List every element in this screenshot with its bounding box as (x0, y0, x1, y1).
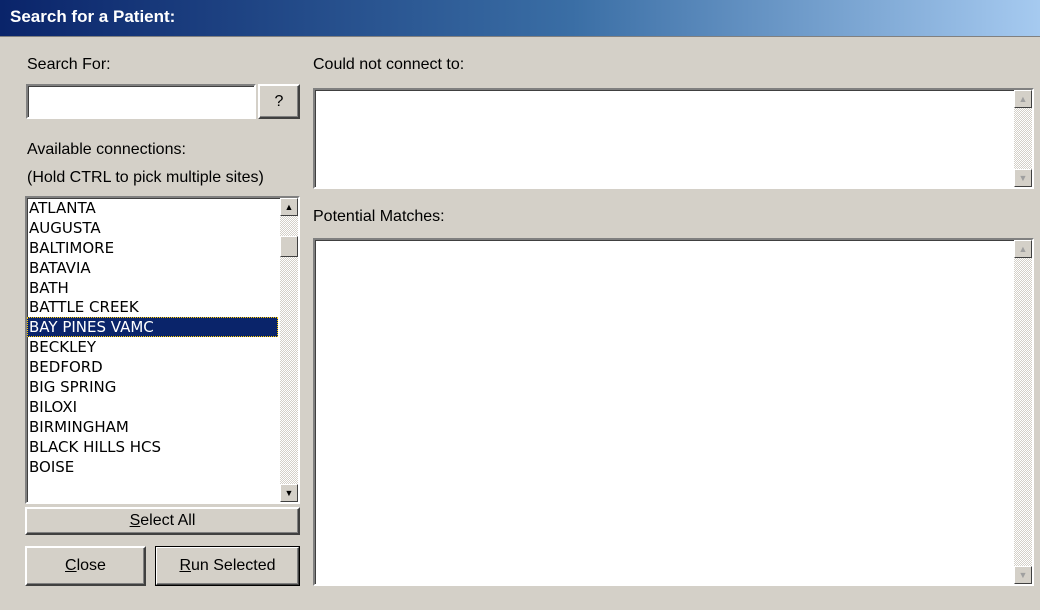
potential-matches-label: Potential Matches: (313, 208, 445, 225)
connections-list: ATLANTA AUGUSTA BALTIMORE BATAVIA BATH BATTLE… (27, 198, 278, 502)
potential-matches-scrollbar[interactable]: ▲ ▼ (1014, 240, 1032, 584)
could-not-connect-scrollbar[interactable]: ▲ ▼ (1014, 90, 1032, 187)
search-for-label: Search For: (27, 56, 111, 73)
list-item[interactable]: BATTLE CREEK (27, 297, 278, 317)
connections-scrollbar[interactable]: ▲ ▼ (280, 198, 298, 502)
run-selected-button[interactable]: Run Selected (155, 546, 300, 586)
list-item[interactable]: ATLANTA (27, 198, 278, 218)
close-mnemonic: C (65, 557, 77, 574)
list-item[interactable]: BLACK HILLS HCS (27, 437, 278, 457)
close-button[interactable]: Close (25, 546, 146, 586)
list-item[interactable]: BIG SPRING (27, 377, 278, 397)
list-item[interactable]: BECKLEY (27, 337, 278, 357)
select-all-mnemonic: S (129, 512, 141, 529)
potential-matches-box[interactable]: ▲ ▼ (313, 238, 1034, 586)
search-input[interactable] (26, 84, 256, 119)
arrow-up-icon[interactable]: ▲ (1014, 240, 1032, 258)
list-item[interactable]: AUGUSTA (27, 218, 278, 238)
window-title: Search for a Patient: (10, 7, 176, 26)
select-all-button[interactable]: Select All (25, 507, 300, 535)
could-not-connect-box[interactable]: ▲ ▼ (313, 88, 1034, 189)
available-connections-label: Available connections: (27, 141, 186, 158)
arrow-up-icon[interactable]: ▲ (1014, 90, 1032, 108)
run-selected-mnemonic: R (179, 557, 192, 574)
connections-listbox[interactable]: ATLANTA AUGUSTA BALTIMORE BATAVIA BATH BATTLE… (25, 196, 300, 504)
list-item[interactable]: BEDFORD (27, 357, 278, 377)
list-item[interactable]: BIRMINGHAM (27, 417, 278, 437)
help-button[interactable]: ? (258, 84, 300, 119)
list-item[interactable]: BATH (27, 278, 278, 298)
close-label: lose (76, 557, 106, 574)
run-selected-label: un Selected (191, 557, 276, 574)
list-item[interactable]: BILOXI (27, 397, 278, 417)
arrow-up-icon[interactable]: ▲ (280, 198, 298, 216)
list-item[interactable]: BOISE (27, 457, 278, 477)
list-item[interactable]: BATAVIA (27, 258, 278, 278)
select-all-label: elect All (140, 512, 196, 529)
title-bar: Search for a Patient: (0, 0, 1040, 37)
arrow-down-icon[interactable]: ▼ (280, 484, 298, 502)
multi-select-hint: (Hold CTRL to pick multiple sites) (27, 169, 264, 186)
arrow-down-icon[interactable]: ▼ (1014, 566, 1032, 584)
list-item[interactable]: BAY PINES VAMC (27, 317, 278, 338)
list-item[interactable]: BALTIMORE (27, 238, 278, 258)
scroll-thumb[interactable] (280, 236, 298, 257)
arrow-down-icon[interactable]: ▼ (1014, 169, 1032, 187)
could-not-connect-label: Could not connect to: (313, 56, 465, 73)
